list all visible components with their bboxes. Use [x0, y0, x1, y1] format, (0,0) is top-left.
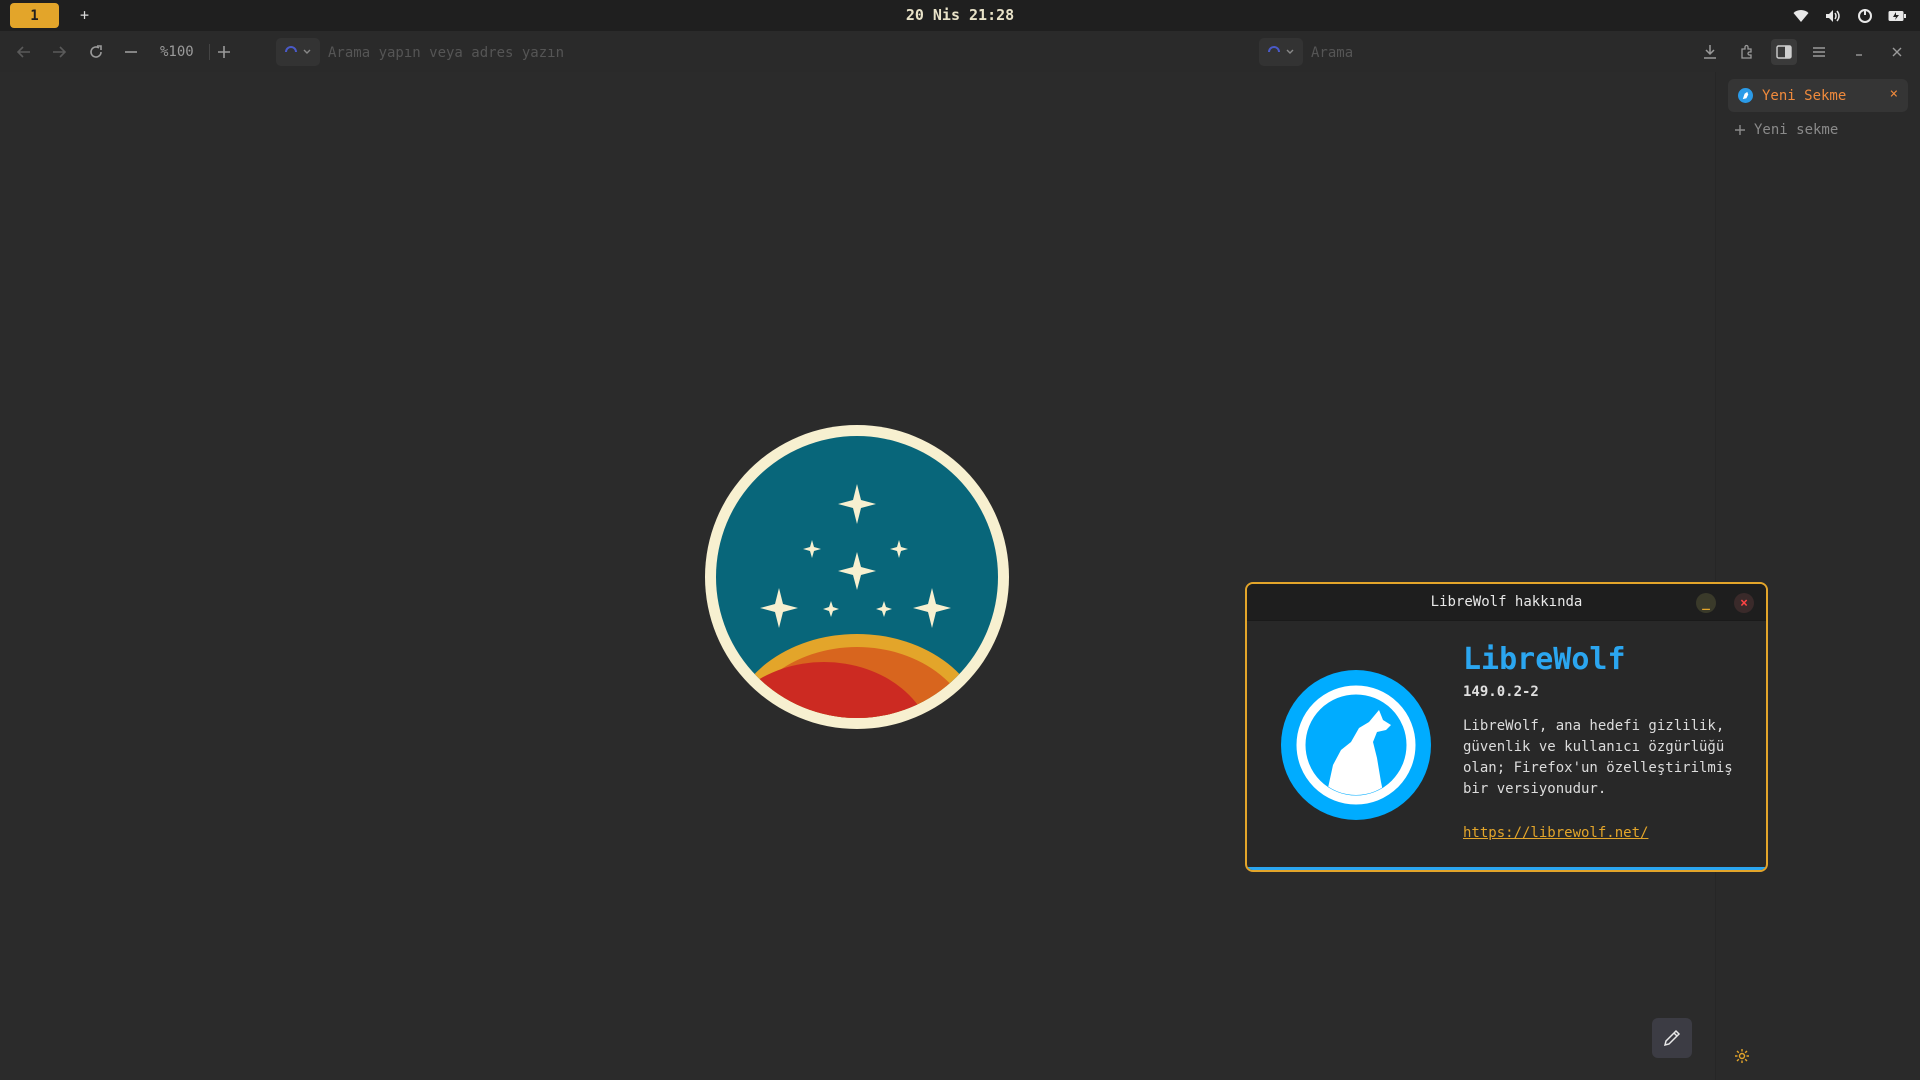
volume-icon[interactable] [1824, 7, 1842, 25]
sidebar-toggle-icon[interactable] [1771, 39, 1797, 65]
dialog-close-button[interactable]: × [1734, 593, 1754, 613]
power-icon[interactable] [1856, 7, 1874, 25]
toolbar-divider [209, 44, 210, 60]
app-description: LibreWolf, ana hedefi gizlilik, güvenlik… [1463, 718, 1733, 797]
wifi-icon[interactable] [1792, 7, 1810, 25]
app-version: 149.0.2-2 [1463, 684, 1539, 700]
extensions-icon[interactable] [1736, 41, 1758, 63]
add-workspace-button[interactable]: + [80, 6, 89, 24]
app-name: LibreWolf [1463, 642, 1626, 677]
system-top-bar: 1 + 20 Nis 21:28 [0, 0, 1920, 31]
new-tab-label: Yeni sekme [1754, 122, 1839, 138]
librewolf-logo [1281, 670, 1431, 820]
forward-icon[interactable] [48, 41, 70, 63]
tab-label: Yeni Sekme [1762, 87, 1847, 104]
customize-button[interactable] [1652, 1018, 1692, 1058]
dialog-bottom-accent [1247, 867, 1766, 870]
system-tray [1792, 7, 1906, 25]
battery-icon[interactable] [1888, 7, 1906, 25]
url-engine-selector[interactable] [276, 38, 320, 66]
download-icon[interactable] [1699, 41, 1721, 63]
clock: 20 Nis 21:28 [905, 6, 1015, 24]
dialog-minimize-button[interactable]: _ [1696, 593, 1716, 613]
new-tab-button[interactable]: Yeni sekme [1734, 122, 1838, 138]
browser-toolbar: %100 [0, 31, 1920, 73]
zoom-level[interactable]: %100 [160, 44, 194, 60]
plus-icon [1735, 125, 1745, 135]
tab-yeni-sekme[interactable]: Yeni Sekme × [1728, 79, 1908, 112]
minimize-icon[interactable] [1848, 41, 1870, 63]
tab-close-icon[interactable]: × [1890, 86, 1898, 102]
close-icon[interactable] [1886, 41, 1908, 63]
zoom-out-icon[interactable] [120, 41, 142, 63]
chevron-down-icon [303, 49, 311, 54]
librewolf-favicon-icon [1738, 88, 1753, 103]
zoom-in-icon[interactable] [213, 41, 235, 63]
website-link[interactable]: https://librewolf.net/ [1463, 825, 1648, 841]
back-icon[interactable] [13, 41, 35, 63]
url-input[interactable] [326, 40, 930, 66]
loading-icon [285, 46, 297, 53]
gear-icon[interactable] [1734, 1048, 1750, 1068]
workspace-1-button[interactable]: 1 [10, 3, 59, 28]
dialog-title: LibreWolf hakkında [1430, 594, 1583, 610]
search-engine-selector[interactable] [1259, 38, 1303, 66]
reload-icon[interactable] [85, 41, 107, 63]
chevron-down-icon [1286, 49, 1294, 54]
pencil-icon [1663, 1029, 1681, 1047]
about-dialog: LibreWolf hakkında _ × LibreWolf 149.0.2… [1245, 582, 1768, 872]
dialog-titlebar[interactable]: LibreWolf hakkında _ × [1247, 584, 1766, 621]
loading-icon [1268, 46, 1280, 53]
starry-planet-logo [705, 425, 1009, 729]
menu-icon[interactable] [1808, 41, 1830, 63]
search-input[interactable] [1309, 40, 1673, 66]
vertical-tabs-sidebar: Yeni Sekme × Yeni sekme [1715, 72, 1920, 1080]
